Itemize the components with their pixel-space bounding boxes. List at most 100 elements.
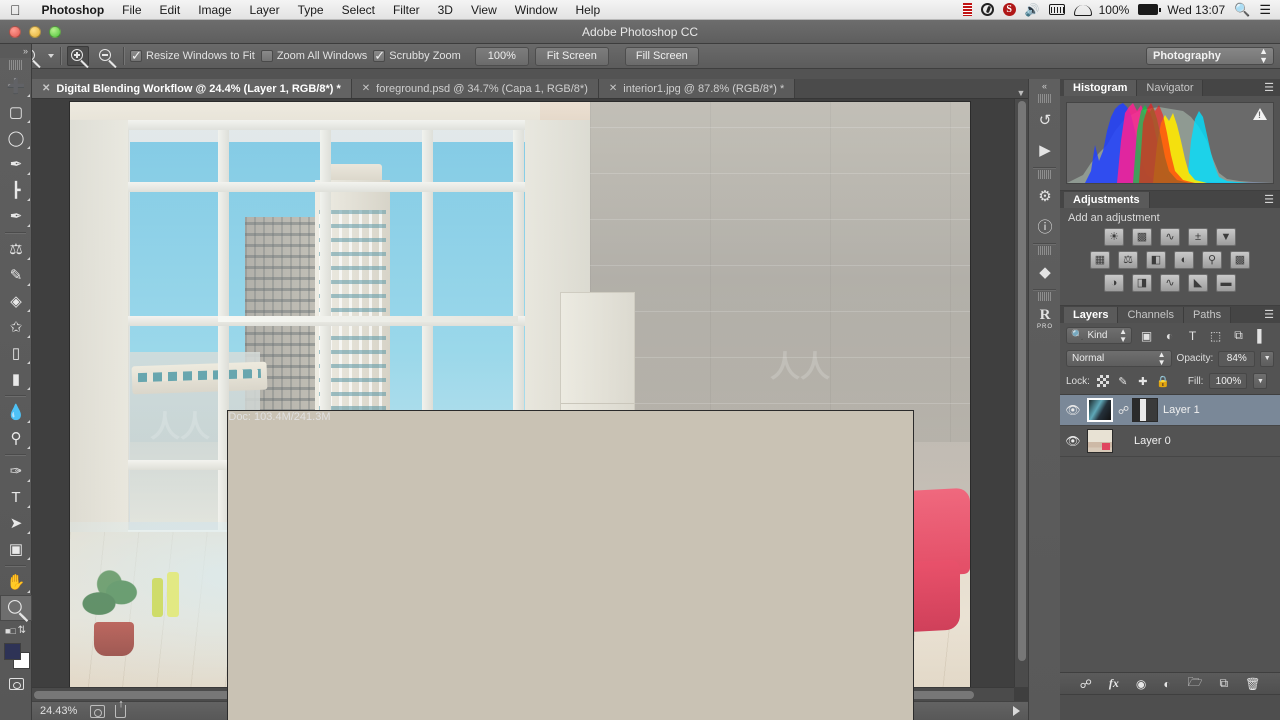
dock-grip[interactable] xyxy=(1037,94,1052,103)
menu-help[interactable]: Help xyxy=(566,3,609,17)
layer-name[interactable]: Layer 1 xyxy=(1163,404,1200,416)
threshold-icon[interactable]: ∿ xyxy=(1160,274,1180,292)
double-chevron-right-icon[interactable]: » xyxy=(0,44,31,58)
chevron-down-icon[interactable]: ▼ xyxy=(1260,350,1274,367)
checkbox-box[interactable] xyxy=(260,50,273,62)
tab-histogram[interactable]: Histogram xyxy=(1064,80,1138,96)
layer-kind-filter[interactable]: 🔍 Kind ▲ ▼ xyxy=(1066,327,1132,344)
share-icon[interactable] xyxy=(115,698,127,718)
swap-colors-icon[interactable]: ⇅ xyxy=(18,625,26,636)
rectangular-marquee-tool[interactable]: ▢ xyxy=(0,99,32,125)
foreground-color-swatch[interactable] xyxy=(4,643,21,660)
brush-tool[interactable]: ✎ xyxy=(0,262,32,288)
menu-window[interactable]: Window xyxy=(506,3,567,17)
zoom-out-icon[interactable] xyxy=(95,46,117,69)
lock-transparent-pixels-icon[interactable] xyxy=(1096,374,1110,388)
checkbox-box[interactable] xyxy=(130,48,142,64)
pen-tool[interactable]: ✑ xyxy=(0,458,32,484)
zoom-level-field[interactable]: 24.43% xyxy=(40,705,80,717)
zoom-all-windows-checkbox[interactable]: Zoom All Windows xyxy=(260,50,367,62)
selective-color-icon[interactable]: ◣ xyxy=(1188,274,1208,292)
wifi-icon[interactable] xyxy=(1074,5,1090,15)
horizontal-type-tool[interactable]: T xyxy=(0,484,32,510)
double-chevron-left-icon[interactable]: « xyxy=(1029,79,1060,92)
panel-menu-icon[interactable]: ☰ xyxy=(1258,307,1280,323)
menu-select[interactable]: Select xyxy=(333,3,384,17)
layer-thumbnail[interactable] xyxy=(1087,429,1113,453)
menu-view[interactable]: View xyxy=(462,3,506,17)
battery-charging-icon[interactable] xyxy=(1138,4,1162,15)
new-adjustment-layer-icon[interactable]: ◐ xyxy=(1163,677,1170,691)
tools-panel-grip[interactable] xyxy=(8,60,23,70)
history-panel-icon[interactable]: ↺ xyxy=(1029,105,1061,135)
info-panel-icon[interactable]: ⓘ xyxy=(1029,211,1061,241)
move-tool[interactable]: ➕ xyxy=(0,73,32,99)
workspace-selector[interactable]: Photography ▲ ▼ xyxy=(1146,47,1274,65)
history-brush-tool[interactable]: ✩ xyxy=(0,314,32,340)
exposure-icon[interactable]: ± xyxy=(1188,228,1208,246)
filter-smart-objects-icon[interactable]: ⧉ xyxy=(1230,328,1247,344)
curves-icon[interactable]: ∿ xyxy=(1160,228,1180,246)
channel-mixer-icon[interactable]: ⚲ xyxy=(1202,251,1222,269)
menu-image[interactable]: Image xyxy=(189,3,240,17)
vertical-scrollbar[interactable] xyxy=(1014,99,1028,687)
fill-field[interactable]: 100% xyxy=(1209,373,1248,389)
tab-digital-blending-workflow[interactable]: ✕ Digital Blending Workflow @ 24.4% (Lay… xyxy=(32,79,352,98)
dock-grip[interactable] xyxy=(1037,246,1052,255)
layer-style-icon[interactable]: fx xyxy=(1109,676,1119,691)
panel-menu-icon[interactable]: ☰ xyxy=(1258,80,1280,96)
circle-record-icon[interactable] xyxy=(980,3,994,16)
close-icon[interactable]: ✕ xyxy=(42,83,50,94)
blend-mode-select[interactable]: Normal ▲ ▼ xyxy=(1066,350,1172,367)
lock-all-icon[interactable]: 🔒 xyxy=(1156,374,1170,388)
tab-paths[interactable]: Paths xyxy=(1183,307,1232,323)
eye-icon[interactable]: 👁 xyxy=(1064,403,1082,417)
tabs-overflow-icon[interactable]: ▼ xyxy=(1014,88,1028,98)
zoom-tool[interactable] xyxy=(0,595,32,623)
film-icon[interactable] xyxy=(962,3,972,16)
layer-name[interactable]: Layer 0 xyxy=(1134,435,1171,447)
gradient-tool[interactable]: ▮ xyxy=(0,366,32,392)
color-lookup-icon[interactable]: ▩ xyxy=(1230,251,1250,269)
lock-image-pixels-icon[interactable]: ✎ xyxy=(1116,374,1130,388)
volume-icon[interactable]: 🔊 xyxy=(1025,3,1040,17)
layer-thumbnail[interactable] xyxy=(1087,398,1113,422)
vibrance-icon[interactable]: ▼ xyxy=(1216,228,1236,246)
raya-pro-panel-icon[interactable]: R PRO xyxy=(1029,303,1061,333)
scrubby-zoom-checkbox[interactable]: Scrubby Zoom xyxy=(373,48,461,64)
tool-presets-panel-icon[interactable]: ⚙ xyxy=(1029,181,1061,211)
default-colors-icon[interactable]: ■□ xyxy=(5,626,16,636)
menu-edit[interactable]: Edit xyxy=(151,3,190,17)
stepper-icon[interactable]: ▲ ▼ xyxy=(1158,350,1166,367)
chevron-down-icon[interactable]: ▼ xyxy=(1253,373,1268,389)
brightness-contrast-icon[interactable]: ☀ xyxy=(1104,228,1124,246)
lock-position-icon[interactable]: ✚ xyxy=(1136,374,1150,388)
tab-adjustments[interactable]: Adjustments xyxy=(1064,192,1150,208)
quick-mask-icon[interactable] xyxy=(0,674,32,694)
search-icon[interactable]: 🔍 xyxy=(1234,2,1250,18)
apple-icon[interactable]:  xyxy=(10,3,21,17)
menu-3d[interactable]: 3D xyxy=(429,3,462,17)
play-arrow-icon[interactable] xyxy=(1013,706,1020,716)
dock-grip[interactable] xyxy=(1037,170,1052,179)
close-icon[interactable]: ✕ xyxy=(609,83,617,94)
tab-layers[interactable]: Layers xyxy=(1064,307,1119,323)
filter-type-layers-icon[interactable]: T xyxy=(1184,328,1201,344)
eye-icon[interactable]: 👁 xyxy=(1064,434,1082,448)
layer-mask-thumbnail[interactable] xyxy=(1132,398,1158,422)
notification-list-icon[interactable]: ☰ xyxy=(1259,2,1271,18)
tab-navigator[interactable]: Navigator xyxy=(1137,80,1204,96)
link-mask-icon[interactable]: ☍ xyxy=(1118,404,1129,417)
posterize-icon[interactable]: ◨ xyxy=(1132,274,1152,292)
delete-layer-icon[interactable]: 🗑 xyxy=(1245,677,1260,691)
add-layer-mask-icon[interactable]: ◉ xyxy=(1136,677,1146,691)
eyedropper-tool[interactable]: ✒ xyxy=(0,203,32,229)
black-white-icon[interactable]: ◧ xyxy=(1146,251,1166,269)
clock-label[interactable]: Wed 13:07 xyxy=(1167,3,1225,17)
filter-adjustment-layers-icon[interactable]: ◐ xyxy=(1161,328,1178,344)
menu-file[interactable]: File xyxy=(113,3,150,17)
resize-windows-to-fit-checkbox[interactable]: Resize Windows to Fit xyxy=(130,48,255,64)
quick-selection-tool[interactable]: ✒ xyxy=(0,151,32,177)
path-selection-tool[interactable]: ➤ xyxy=(0,510,32,536)
filter-shape-layers-icon[interactable]: ⬚ xyxy=(1207,328,1224,344)
